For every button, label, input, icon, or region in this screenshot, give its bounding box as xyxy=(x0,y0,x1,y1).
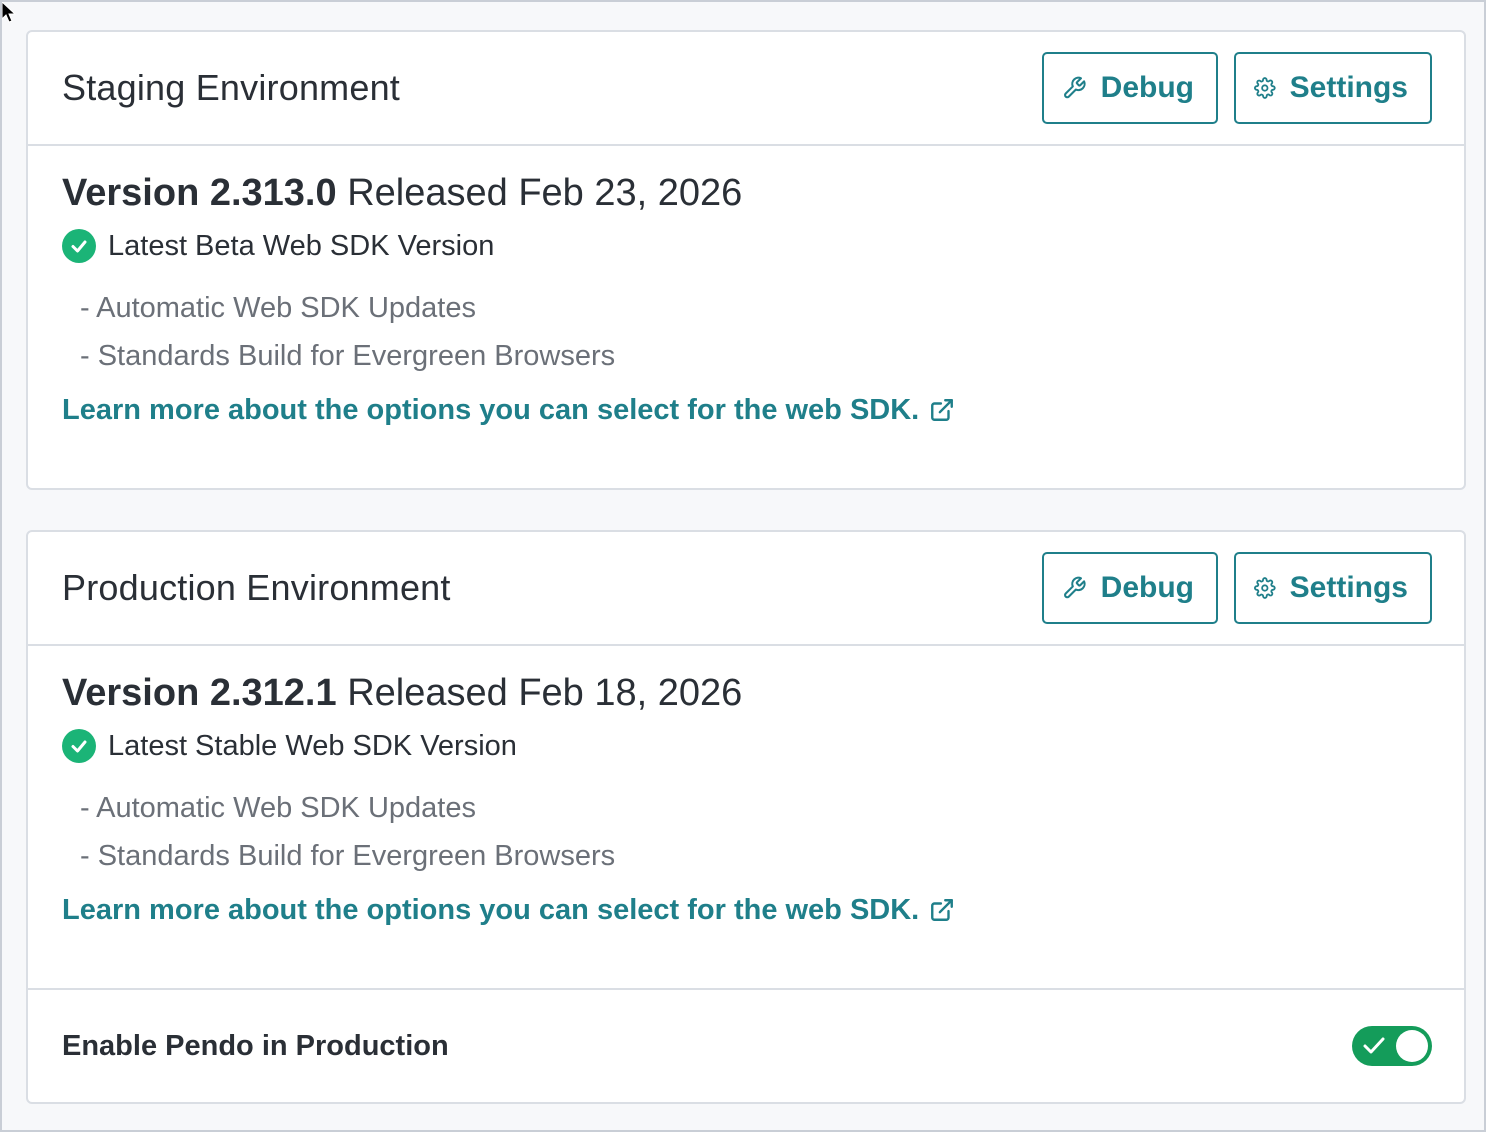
staging-release-date: Released Feb 23, 2026 xyxy=(347,172,743,214)
gear-icon xyxy=(1254,577,1276,599)
enable-production-label: Enable Pendo in Production xyxy=(62,1029,449,1062)
list-item: - Standards Build for Evergreen Browsers xyxy=(80,340,616,372)
production-debug-button[interactable]: Debug xyxy=(1042,552,1218,624)
staging-learn-more-link[interactable]: Learn more about the options you can sel… xyxy=(62,390,955,430)
production-settings-label: Settings xyxy=(1289,571,1408,604)
external-link-icon xyxy=(931,899,954,921)
staging-debug-label: Debug xyxy=(1100,71,1194,104)
mouse-cursor-icon xyxy=(2,2,17,23)
page-frame: Staging Environment Debug Settings Versi… xyxy=(0,0,1486,1132)
production-debug-label: Debug xyxy=(1100,571,1194,604)
check-circle-icon xyxy=(62,729,96,763)
production-learn-more-text: Learn more about the options you can sel… xyxy=(62,894,920,926)
staging-status: Latest Beta Web SDK Version xyxy=(62,226,1430,266)
production-card-title: Production Environment xyxy=(62,567,451,608)
production-status: Latest Stable Web SDK Version xyxy=(62,726,1430,766)
toggle-knob xyxy=(1396,1030,1428,1062)
production-card-body: Version 2.312.1 Released Feb 18, 2026 La… xyxy=(28,646,1464,930)
external-link-icon xyxy=(931,399,954,421)
staging-settings-label: Settings xyxy=(1289,71,1408,104)
enable-production-toggle[interactable] xyxy=(1352,1026,1432,1066)
staging-debug-button[interactable]: Debug xyxy=(1042,52,1218,124)
staging-learn-more-text: Learn more about the options you can sel… xyxy=(62,394,920,426)
check-circle-icon xyxy=(62,229,96,263)
enable-production-row: Enable Pendo in Production xyxy=(28,988,1464,1102)
production-version-line: Version 2.312.1 Released Feb 18, 2026 xyxy=(62,670,1430,716)
gear-icon xyxy=(1254,77,1276,99)
staging-card-body: Version 2.313.0 Released Feb 23, 2026 La… xyxy=(28,146,1464,430)
staging-card-header: Staging Environment Debug Settings xyxy=(28,32,1464,146)
production-feature-list: - Automatic Web SDK Updates - Standards … xyxy=(80,784,1430,880)
production-release-date: Released Feb 18, 2026 xyxy=(347,672,743,714)
staging-version-number: Version 2.313.0 xyxy=(62,172,337,214)
production-status-text: Latest Stable Web SDK Version xyxy=(108,729,517,762)
staging-version-line: Version 2.313.0 Released Feb 23, 2026 xyxy=(62,170,1430,216)
staging-settings-button[interactable]: Settings xyxy=(1234,52,1432,124)
list-item: - Automatic Web SDK Updates xyxy=(80,292,476,324)
production-learn-more-link[interactable]: Learn more about the options you can sel… xyxy=(62,890,955,930)
check-icon xyxy=(1363,1037,1385,1054)
production-settings-button[interactable]: Settings xyxy=(1234,552,1432,624)
staging-environment-card: Staging Environment Debug Settings Versi… xyxy=(26,30,1466,490)
production-actions: Debug Settings xyxy=(1042,552,1432,624)
wrench-icon xyxy=(1064,76,1086,99)
staging-actions: Debug Settings xyxy=(1042,52,1432,124)
production-card-header: Production Environment Debug Settings xyxy=(28,532,1464,646)
production-environment-card: Production Environment Debug Settings Ve… xyxy=(26,530,1466,1104)
list-item: - Standards Build for Evergreen Browsers xyxy=(80,840,616,872)
list-item: - Automatic Web SDK Updates xyxy=(80,792,476,824)
staging-card-title: Staging Environment xyxy=(62,67,400,108)
production-version-number: Version 2.312.1 xyxy=(62,672,337,714)
staging-status-text: Latest Beta Web SDK Version xyxy=(108,229,495,262)
wrench-icon xyxy=(1064,576,1086,599)
staging-feature-list: - Automatic Web SDK Updates - Standards … xyxy=(80,284,1430,380)
